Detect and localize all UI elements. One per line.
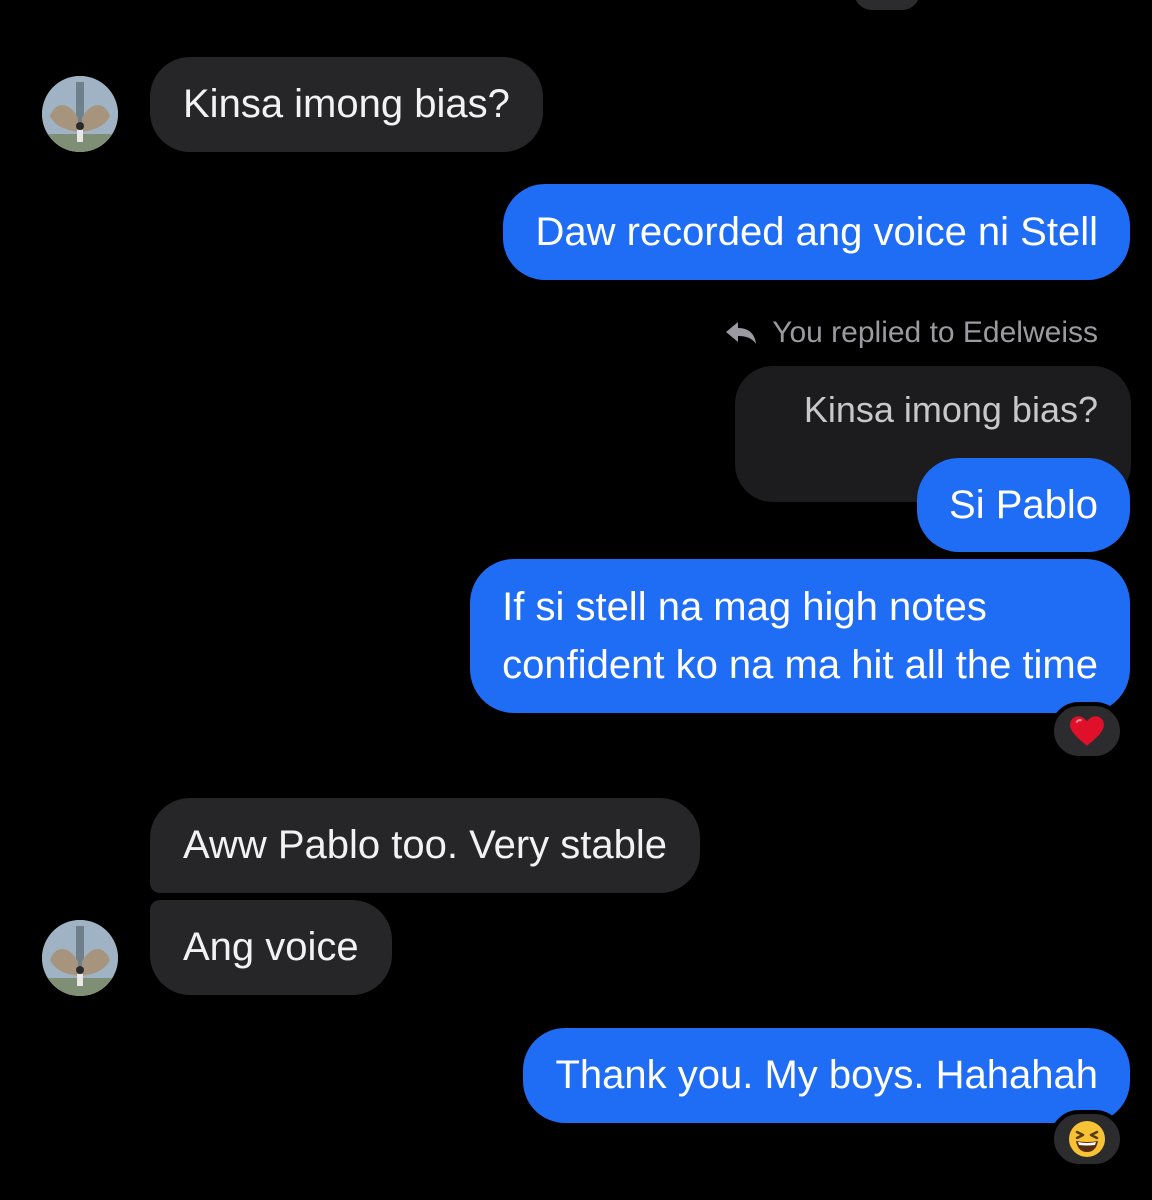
message-text: Daw recorded ang voice ni Stell bbox=[535, 210, 1098, 254]
incoming-message[interactable]: Ang voice bbox=[150, 900, 392, 995]
message-text: Aww Pablo too. Very stable bbox=[183, 823, 667, 867]
incoming-message[interactable]: Kinsa imong bias? bbox=[150, 57, 543, 152]
grinning-squinting-face-icon bbox=[1069, 1121, 1105, 1157]
outgoing-message[interactable]: Thank you. My boys. Hahahah bbox=[523, 1028, 1130, 1123]
incoming-message[interactable]: Aww Pablo too. Very stable bbox=[150, 798, 700, 893]
reply-arrow-icon bbox=[726, 322, 757, 344]
reply-label: You replied to Edelweiss bbox=[724, 316, 1098, 350]
quoted-text: Kinsa imong bias? bbox=[803, 389, 1098, 430]
outgoing-message[interactable]: Si Pablo bbox=[917, 458, 1130, 552]
reaction-heart[interactable] bbox=[1050, 702, 1124, 760]
message-text: Si Pablo bbox=[949, 483, 1098, 527]
outgoing-message[interactable]: Daw recorded ang voice ni Stell bbox=[503, 184, 1130, 280]
message-text: Thank you. My boys. Hahahah bbox=[555, 1053, 1098, 1097]
heart-icon bbox=[1070, 716, 1104, 746]
reply-label-text: You replied to Edelweiss bbox=[772, 316, 1098, 349]
outgoing-message[interactable]: If si stell na mag high notes confident … bbox=[470, 559, 1130, 713]
message-text: Kinsa imong bias? bbox=[183, 82, 510, 126]
reaction-heart-partial[interactable] bbox=[850, 0, 924, 14]
message-text-line-1: If si stell na mag high notes bbox=[502, 585, 987, 629]
reaction-laughing[interactable] bbox=[1050, 1110, 1124, 1168]
avatar[interactable] bbox=[42, 920, 118, 996]
avatar[interactable] bbox=[42, 76, 118, 152]
message-text-line-2: confident ko na ma hit all the time bbox=[502, 643, 1098, 687]
message-text: Ang voice bbox=[183, 925, 359, 969]
